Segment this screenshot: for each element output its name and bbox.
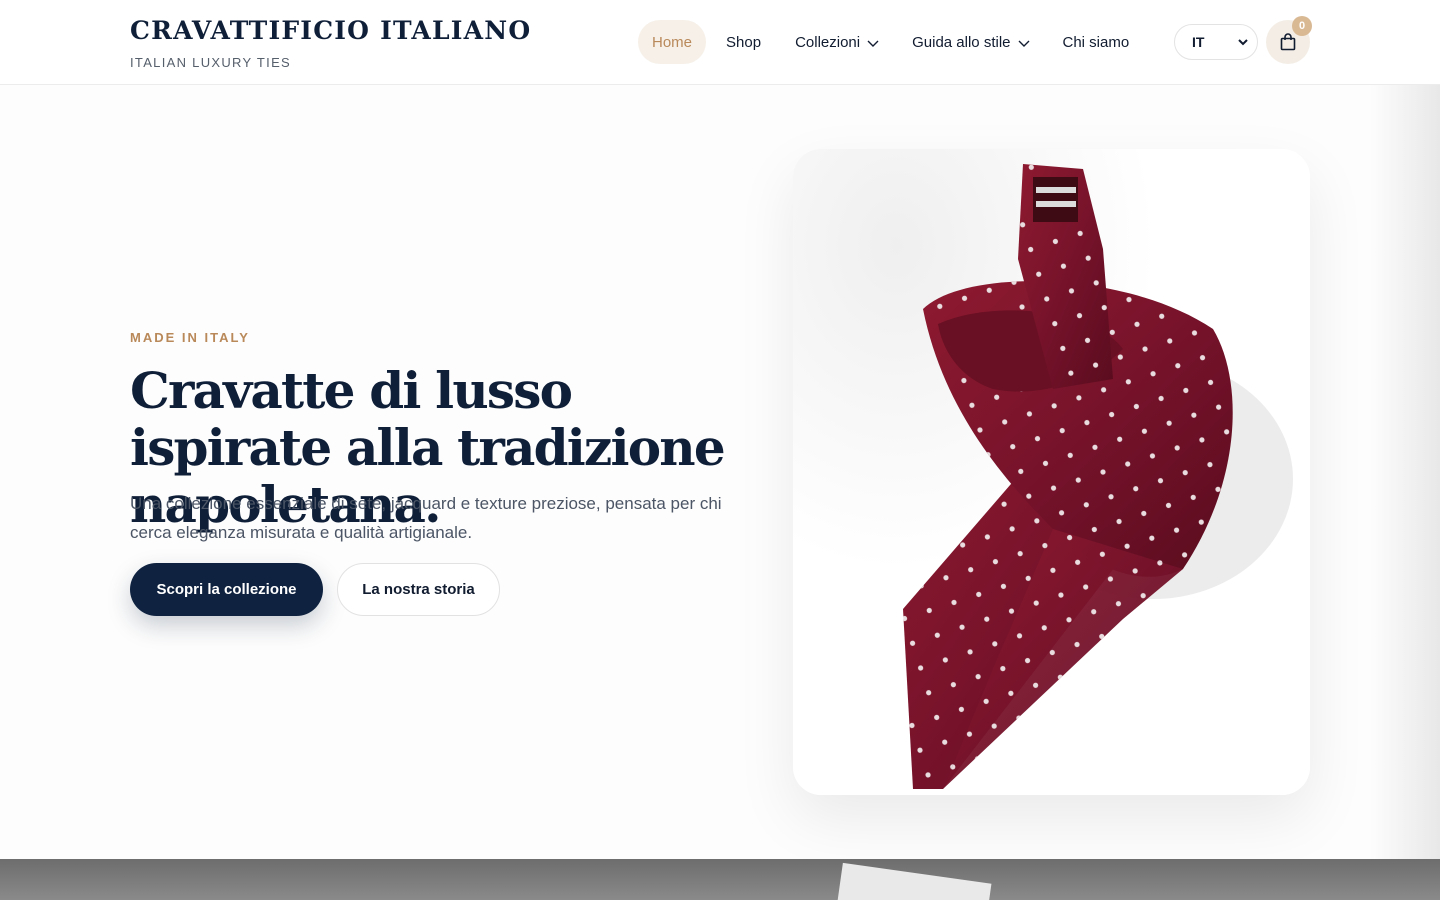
next-section-preview xyxy=(0,859,1440,900)
tie-illustration xyxy=(793,149,1310,795)
discover-collection-button[interactable]: Scopri la collezione xyxy=(130,563,323,616)
nav-item-guida-allo-stile[interactable]: Guida allo stile xyxy=(898,20,1044,64)
site-header: CRAVATTIFICIO ITALIANO ITALIAN LUXURY TI… xyxy=(0,0,1440,85)
brand-logo[interactable]: CRAVATTIFICIO ITALIANO ITALIAN LUXURY TI… xyxy=(130,16,531,70)
nav-item-home[interactable]: Home xyxy=(638,20,707,64)
nav-item-label: Chi siamo xyxy=(1062,33,1130,51)
cart-count-badge: 0 xyxy=(1292,16,1312,36)
brand-tagline: ITALIAN LUXURY TIES xyxy=(130,55,292,70)
label-card-image xyxy=(834,862,992,900)
brand-name: CRAVATTIFICIO ITALIANO xyxy=(130,16,532,45)
chevron-down-icon xyxy=(1238,39,1248,46)
nav-item-label: Collezioni xyxy=(795,33,861,51)
page-edge-shade xyxy=(1370,0,1440,860)
hero-tie-image xyxy=(793,149,1310,795)
hero-eyebrow: MADE IN ITALY xyxy=(130,330,250,345)
our-story-button[interactable]: La nostra storia xyxy=(337,563,500,616)
nav-item-label: Home xyxy=(652,33,693,51)
language-select[interactable]: IT xyxy=(1174,24,1258,60)
chevron-down-icon xyxy=(1018,40,1029,47)
nav-item-label: Guida allo stile xyxy=(912,33,1011,51)
nav-item-label: Shop xyxy=(726,33,762,51)
nav-item-shop[interactable]: Shop xyxy=(712,20,775,64)
language-selected-value: IT xyxy=(1192,34,1205,50)
main-nav: Home Shop Collezioni Guida allo stile Ch… xyxy=(638,20,1143,64)
hero-subtitle: Una collezione essenziale di sete, jacqu… xyxy=(130,494,722,542)
shopping-bag-icon xyxy=(1280,33,1296,51)
cart-button[interactable]: 0 xyxy=(1266,16,1312,64)
chevron-down-icon xyxy=(867,40,879,47)
nav-item-collezioni[interactable]: Collezioni xyxy=(781,20,894,64)
nav-item-chi-siamo[interactable]: Chi siamo xyxy=(1049,20,1144,64)
